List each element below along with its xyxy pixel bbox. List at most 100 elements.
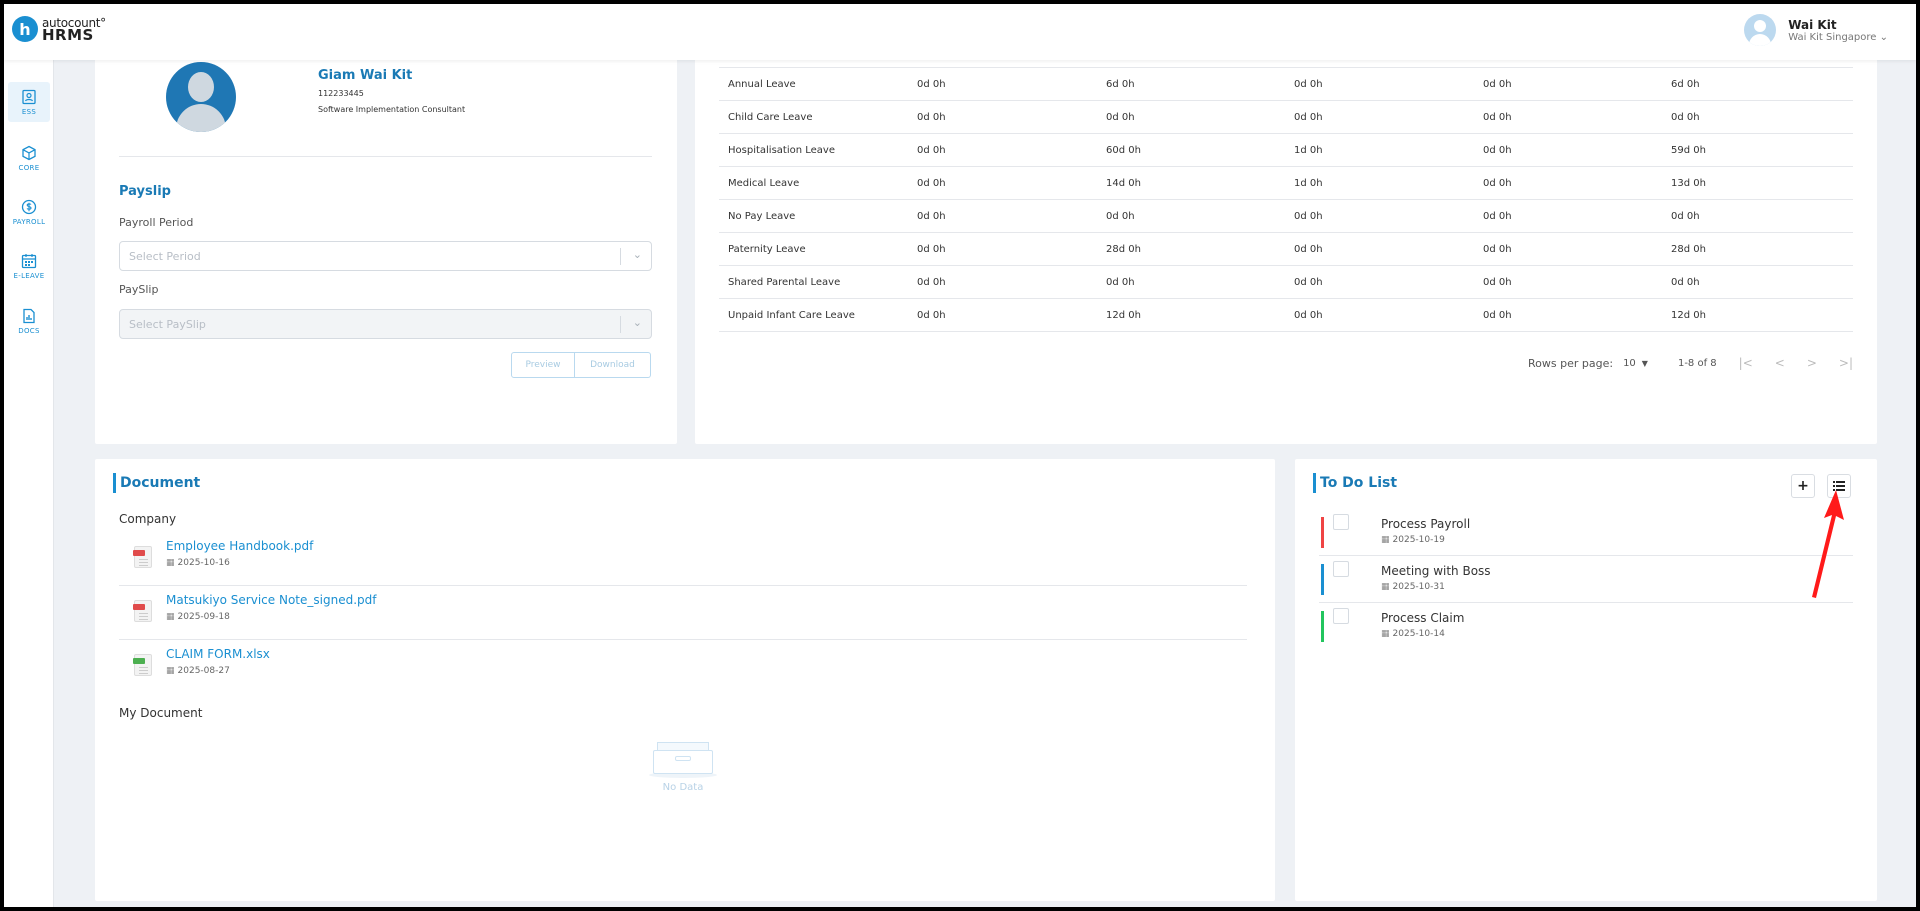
table-cell: 6d 0h bbox=[1106, 78, 1135, 90]
table-pagination: Rows per page: 10 ▼ 1-8 of 8 |< < > >| bbox=[1528, 356, 1853, 370]
todo-card: To Do List + Process Payroll ▦ 2025-10-19… bbox=[1295, 459, 1877, 901]
profile-avatar bbox=[166, 62, 236, 132]
table-cell: 60d 0h bbox=[1106, 144, 1141, 156]
table-cell: 0d 0h bbox=[917, 243, 946, 255]
table-cell: 12d 0h bbox=[1106, 309, 1141, 321]
table-cell: 0d 0h bbox=[1483, 276, 1512, 288]
priority-bar bbox=[1321, 564, 1324, 595]
table-cell: 0d 0h bbox=[1294, 276, 1323, 288]
payslip-label: PaySlip bbox=[119, 283, 159, 296]
table-cell: 1d 0h bbox=[1294, 177, 1323, 189]
file-link[interactable]: Employee Handbook.pdf bbox=[166, 539, 313, 553]
table-cell: 0d 0h bbox=[1483, 177, 1512, 189]
last-page-icon[interactable]: >| bbox=[1839, 356, 1853, 370]
table-cell: 0d 0h bbox=[1294, 309, 1323, 321]
calendar-icon: ▦ bbox=[166, 558, 175, 568]
list-item[interactable]: Meeting with Boss ▦ 2025-10-31 bbox=[1319, 556, 1853, 603]
table-cell: 0d 0h bbox=[1106, 111, 1135, 123]
logo-product-text: HRMS bbox=[42, 26, 94, 44]
payslip-title: Payslip bbox=[119, 184, 171, 199]
table-cell: Unpaid Infant Care Leave bbox=[728, 309, 855, 321]
calendar-icon: ▦ bbox=[166, 666, 175, 676]
table-cell: 0d 0h bbox=[1671, 111, 1700, 123]
table-cell: 0d 0h bbox=[917, 177, 946, 189]
table-row: Annual Leave 0d 0h 6d 0h 0d 0h 0d 0h 6d … bbox=[719, 68, 1853, 101]
table-cell: 0d 0h bbox=[917, 276, 946, 288]
previous-page-icon[interactable]: < bbox=[1775, 356, 1785, 370]
list-item[interactable]: Employee Handbook.pdf ▦ 2025-10-16 bbox=[119, 532, 1247, 586]
table-cell: 0d 0h bbox=[1294, 78, 1323, 90]
todo-checkbox[interactable] bbox=[1333, 561, 1349, 577]
file-link[interactable]: Matsukiyo Service Note_signed.pdf bbox=[166, 593, 376, 607]
app-logo[interactable]: h autocount° HRMS bbox=[12, 16, 106, 44]
user-avatar bbox=[1744, 14, 1777, 46]
user-menu[interactable]: Wai Kit Wai Kit Singapore ⌄ bbox=[1744, 14, 1888, 46]
sidebar: ESS CORE PAYROLL E-LEAVE DOCS bbox=[4, 60, 54, 907]
pdf-file-icon bbox=[133, 600, 152, 622]
rows-per-page-select[interactable]: 10 bbox=[1623, 358, 1636, 369]
table-cell: 6d 0h bbox=[1671, 78, 1700, 90]
file-date: 2025-10-16 bbox=[177, 558, 230, 568]
calendar-icon: ▦ bbox=[1381, 629, 1390, 639]
select-placeholder: Select Period bbox=[129, 250, 201, 263]
divider bbox=[119, 156, 652, 157]
table-cell: Hospitalisation Leave bbox=[728, 144, 835, 156]
table-cell: Child Care Leave bbox=[728, 111, 813, 123]
table-cell: 1d 0h bbox=[1294, 144, 1323, 156]
todo-title: To Do List bbox=[1313, 473, 1397, 493]
table-row: Shared Parental Leave 0d 0h 0d 0h 0d 0h … bbox=[719, 266, 1853, 299]
plus-icon: + bbox=[1797, 478, 1809, 494]
employee-name: Giam Wai Kit bbox=[318, 68, 413, 83]
download-button[interactable]: Download bbox=[575, 352, 651, 378]
sidebar-item-docs[interactable]: DOCS bbox=[8, 301, 50, 341]
todo-checkbox[interactable] bbox=[1333, 608, 1349, 624]
table-cell: 0d 0h bbox=[917, 210, 946, 222]
list-item[interactable]: Process Payroll ▦ 2025-10-19 bbox=[1319, 509, 1853, 556]
file-date: 2025-08-27 bbox=[177, 666, 230, 676]
table-cell: 0d 0h bbox=[1483, 309, 1512, 321]
payroll-period-select[interactable]: Select Period ⌄ bbox=[119, 241, 652, 271]
first-page-icon[interactable]: |< bbox=[1739, 356, 1753, 370]
todo-item-title: Process Claim bbox=[1381, 611, 1465, 625]
empty-state: No Data bbox=[643, 742, 723, 793]
list-item[interactable]: Process Claim ▦ 2025-10-14 bbox=[1319, 603, 1853, 650]
sidebar-item-ess[interactable]: ESS bbox=[8, 82, 50, 122]
empty-box-icon bbox=[649, 742, 717, 778]
file-link[interactable]: CLAIM FORM.xlsx bbox=[166, 647, 270, 661]
user-name: Wai Kit bbox=[1788, 17, 1837, 32]
next-page-icon[interactable]: > bbox=[1807, 356, 1817, 370]
profile-card: Giam Wai Kit 112233445 Software Implemen… bbox=[95, 44, 677, 444]
calendar-icon bbox=[21, 253, 37, 268]
sidebar-item-payroll[interactable]: PAYROLL bbox=[8, 192, 50, 232]
table-row: Hospitalisation Leave 0d 0h 60d 0h 1d 0h… bbox=[719, 134, 1853, 167]
core-icon bbox=[22, 145, 36, 160]
table-row: Paternity Leave 0d 0h 28d 0h 0d 0h 0d 0h… bbox=[719, 233, 1853, 266]
list-item[interactable]: Matsukiyo Service Note_signed.pdf ▦ 2025-… bbox=[119, 586, 1247, 640]
calendar-icon: ▦ bbox=[1381, 582, 1390, 592]
table-cell: 0d 0h bbox=[1483, 144, 1512, 156]
page-range: 1-8 of 8 bbox=[1677, 357, 1717, 369]
table-cell: 0d 0h bbox=[1671, 276, 1700, 288]
my-document-section-label: My Document bbox=[119, 706, 203, 720]
sidebar-item-core[interactable]: CORE bbox=[8, 138, 50, 178]
document-title: Document bbox=[113, 473, 200, 493]
todo-item-date: 2025-10-19 bbox=[1392, 535, 1445, 545]
list-item[interactable]: CLAIM FORM.xlsx ▦ 2025-08-27 bbox=[119, 640, 1247, 694]
sidebar-item-eleave[interactable]: E-LEAVE bbox=[8, 246, 50, 286]
chevron-down-icon: ⌄ bbox=[632, 316, 642, 329]
todo-checkbox[interactable] bbox=[1333, 514, 1349, 530]
preview-button[interactable]: Preview bbox=[511, 352, 575, 378]
table-cell: 0d 0h bbox=[1294, 111, 1323, 123]
leave-table: Title BF Entitled Taken Pending Balance … bbox=[719, 44, 1853, 332]
table-cell: Paternity Leave bbox=[728, 243, 806, 255]
table-cell: 0d 0h bbox=[1294, 210, 1323, 222]
caret-down-icon[interactable]: ▼ bbox=[1642, 359, 1648, 368]
table-cell: 0d 0h bbox=[1483, 243, 1512, 255]
table-cell: 0d 0h bbox=[1671, 210, 1700, 222]
payslip-select[interactable]: Select PaySlip ⌄ bbox=[119, 309, 652, 339]
table-cell: 0d 0h bbox=[1483, 78, 1512, 90]
table-cell: 59d 0h bbox=[1671, 144, 1706, 156]
xlsx-file-icon bbox=[133, 654, 152, 676]
table-cell: 14d 0h bbox=[1106, 177, 1141, 189]
document-card: Document Company Employee Handbook.pdf ▦… bbox=[95, 459, 1275, 901]
